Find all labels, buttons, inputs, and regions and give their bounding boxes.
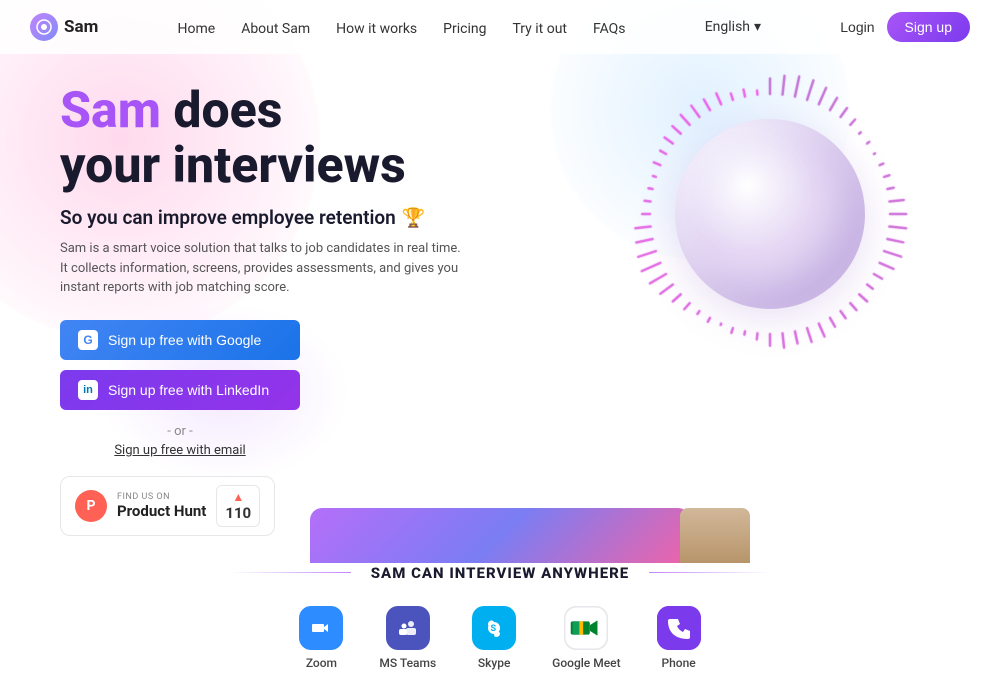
platform-meet: Google Meet [552, 606, 620, 670]
nav-pricing[interactable]: Pricing [443, 21, 486, 37]
nav-links: Home About Sam How it works Pricing Try … [178, 18, 626, 37]
nav-faqs[interactable]: FAQs [593, 21, 626, 37]
platform-teams: MS Teams [379, 606, 436, 670]
hero-title-colored: Sam [60, 82, 161, 140]
nav-home[interactable]: Home [178, 21, 216, 37]
zoom-label: Zoom [306, 656, 337, 670]
phone-label: Phone [661, 656, 695, 670]
nav-how[interactable]: How it works [336, 21, 417, 37]
cta-buttons: G Sign up free with Google in Sign up fr… [60, 320, 580, 410]
orb-ball [675, 119, 865, 309]
nav-try[interactable]: Try it out [512, 21, 567, 37]
trophy-icon: 🏆 [402, 206, 426, 229]
hero-content: Sam doesyour interviews So you can impro… [60, 84, 580, 536]
signup-linkedin-button[interactable]: in Sign up free with LinkedIn [60, 370, 300, 410]
upvote-count: 110 [225, 504, 251, 522]
hero-orb-container: .spike { stroke-width: 3; stroke-linecap… [600, 74, 940, 354]
meet-icon [564, 606, 608, 650]
signup-email-link[interactable]: Sign up free with email [60, 443, 300, 458]
signup-google-button[interactable]: G Sign up free with Google [60, 320, 300, 360]
product-hunt-icon: P [75, 490, 107, 522]
hero-orb: .spike { stroke-width: 3; stroke-linecap… [630, 74, 910, 354]
platform-skype: S Skype [472, 606, 516, 670]
product-hunt-badge[interactable]: P FIND US ON Product Hunt ▲ 110 [60, 476, 275, 536]
product-hunt-count: ▲ 110 [216, 485, 260, 527]
divider-line-right [649, 572, 769, 574]
skype-label: Skype [478, 656, 511, 670]
hero-title: Sam doesyour interviews [60, 84, 580, 194]
skype-icon: S [472, 606, 516, 650]
logo-text: Sam [64, 17, 98, 37]
chevron-down-icon: ▾ [754, 19, 761, 35]
platform-phone: Phone [657, 606, 701, 670]
divider-line-left [231, 572, 351, 574]
linkedin-icon: in [78, 380, 98, 400]
teams-icon [386, 606, 430, 650]
hero-subtitle: So you can improve employee retention 🏆 [60, 206, 580, 229]
logo-icon [30, 13, 58, 41]
hero-description: Sam is a smart voice solution that talks… [60, 239, 480, 298]
nav-actions: Login Sign up [840, 12, 970, 42]
language-label: English [705, 19, 750, 35]
product-hunt-name: Product Hunt [117, 502, 206, 520]
meet-label: Google Meet [552, 656, 620, 670]
platforms-list: Zoom MS Teams S Skype Google Meet Phone [0, 590, 1000, 686]
hero-subtitle-text: So you can improve employee retention [60, 206, 396, 229]
section-title: SAM CAN INTERVIEW ANYWHERE [371, 564, 629, 582]
product-hunt-find-label: FIND US ON [117, 492, 206, 502]
platform-zoom: Zoom [299, 606, 343, 670]
section-divider: SAM CAN INTERVIEW ANYWHERE [0, 556, 1000, 590]
or-divider: - or - [60, 424, 300, 439]
google-icon: G [78, 330, 98, 350]
zoom-icon [299, 606, 343, 650]
svg-text:S: S [491, 624, 497, 634]
logo[interactable]: Sam [30, 13, 98, 41]
upvote-arrow-icon: ▲ [232, 490, 244, 504]
teams-label: MS Teams [379, 656, 436, 670]
signup-google-label: Sign up free with Google [108, 332, 261, 348]
navbar: Sam Home About Sam How it works Pricing … [0, 0, 1000, 54]
signup-button[interactable]: Sign up [887, 12, 970, 42]
language-selector[interactable]: English ▾ [705, 19, 761, 35]
product-hunt-text: FIND US ON Product Hunt [117, 492, 206, 520]
hero-section: Sam doesyour interviews So you can impro… [0, 54, 1000, 556]
login-button[interactable]: Login [840, 19, 874, 35]
nav-about[interactable]: About Sam [241, 21, 310, 37]
signup-linkedin-label: Sign up free with LinkedIn [108, 382, 269, 398]
phone-icon [657, 606, 701, 650]
